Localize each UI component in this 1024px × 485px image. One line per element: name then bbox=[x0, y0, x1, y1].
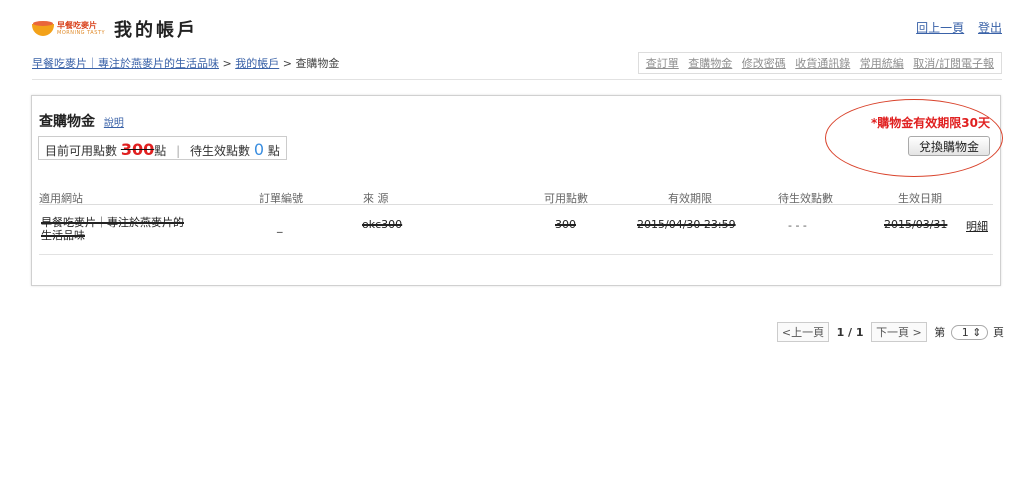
prev-page-button[interactable]: <上一頁 bbox=[776, 322, 830, 342]
nav-orders[interactable]: 查訂單 bbox=[646, 57, 679, 70]
nav-change-password[interactable]: 修改密碼 bbox=[742, 57, 786, 70]
updown-icon: ⇕ bbox=[972, 326, 982, 339]
page-select-value: 1 bbox=[961, 326, 969, 339]
pagination: <上一頁 1 / 1 下一頁 > 第 1 ⇕ 頁 bbox=[776, 322, 1004, 342]
cell-site-line1: 早餐吃麥片｜專注於燕麥片的 bbox=[41, 216, 184, 229]
nav-address-book[interactable]: 收貨通訊錄 bbox=[795, 57, 850, 70]
page-info: 1 / 1 bbox=[836, 326, 864, 339]
nav-newsletter[interactable]: 取消/訂閱電子報 bbox=[913, 57, 994, 70]
cell-order: _ bbox=[277, 220, 283, 233]
available-points: 300 bbox=[120, 140, 155, 159]
breadcrumb-row: 早餐吃麥片｜專注於燕麥片的生活品味 > 我的帳戶 > 查購物金 查訂單 查購物金… bbox=[32, 52, 1002, 74]
cell-site: 早餐吃麥片｜專注於燕麥片的 生活品味 bbox=[41, 216, 184, 242]
validity-text: 購物金有效期限30天 bbox=[877, 116, 990, 130]
page-title: 我的帳戶 bbox=[114, 20, 198, 41]
breadcrumb-account[interactable]: 我的帳戶 bbox=[235, 57, 279, 70]
top-links: 回上一頁 登出 bbox=[906, 19, 1002, 36]
detail-link[interactable]: 明細 bbox=[966, 218, 988, 234]
nav-tax-ids[interactable]: 常用統編 bbox=[860, 57, 904, 70]
credit-panel: 查購物金 說明 目前可用點數 300點 | 待生效點數 0 點 *購物金有效期限… bbox=[31, 95, 1003, 286]
breadcrumb-home[interactable]: 早餐吃麥片｜專注於燕麥片的生活品味 bbox=[32, 57, 219, 70]
separator: | bbox=[176, 144, 181, 158]
redeem-credit-button[interactable]: 兌換購物金 bbox=[907, 136, 990, 156]
pending-points: 0 bbox=[253, 140, 264, 159]
panel-title-text: 查購物金 bbox=[39, 114, 95, 130]
page-suffix: 頁 bbox=[993, 326, 1004, 339]
bowl-icon bbox=[32, 21, 54, 36]
points-unit: 點 bbox=[154, 144, 167, 158]
header-divider bbox=[39, 204, 993, 205]
cell-pending: - - - bbox=[788, 219, 807, 232]
validity-notice: *購物金有效期限30天 bbox=[871, 114, 990, 131]
breadcrumb-separator: > bbox=[282, 57, 292, 70]
logo-subtext: MORNING TASTY bbox=[57, 30, 106, 36]
back-link[interactable]: 回上一頁 bbox=[916, 21, 964, 35]
cell-points: 300 bbox=[555, 218, 576, 231]
site-logo[interactable]: 早餐吃麥片 MORNING TASTY bbox=[32, 20, 105, 38]
breadcrumb-current: 查購物金 bbox=[295, 57, 340, 70]
cell-source: okc300 bbox=[362, 218, 403, 231]
cell-effective: 2015/03/31 bbox=[884, 218, 948, 231]
divider bbox=[32, 79, 1002, 80]
page-select[interactable]: 1 ⇕ bbox=[950, 325, 988, 340]
points-summary: 目前可用點數 300點 | 待生效點數 0 點 bbox=[38, 136, 287, 160]
next-page-button[interactable]: 下一頁 > bbox=[871, 322, 927, 342]
pending-label: 待生效點數 bbox=[189, 144, 250, 158]
cell-expiry: 2015/04/30 23:59 bbox=[637, 218, 736, 231]
breadcrumb: 早餐吃麥片｜專注於燕麥片的生活品味 > 我的帳戶 > 查購物金 bbox=[32, 57, 339, 70]
account-nav-menu: 查訂單 查購物金 修改密碼 收貨通訊錄 常用統編 取消/訂閱電子報 bbox=[637, 52, 1002, 74]
help-link[interactable]: 說明 bbox=[104, 118, 124, 129]
cell-site-line2: 生活品味 bbox=[41, 229, 85, 242]
nav-shopping-credit[interactable]: 查購物金 bbox=[688, 57, 732, 70]
header: 早餐吃麥片 MORNING TASTY 我的帳戶 回上一頁 登出 bbox=[32, 14, 1002, 44]
row-divider bbox=[39, 254, 993, 255]
logout-link[interactable]: 登出 bbox=[978, 21, 1002, 35]
points-unit: 點 bbox=[267, 144, 280, 158]
page-label: 第 bbox=[934, 326, 946, 339]
panel-title: 查購物金 說明 bbox=[39, 111, 124, 131]
available-label: 目前可用點數 bbox=[45, 144, 118, 158]
breadcrumb-separator: > bbox=[222, 57, 232, 70]
